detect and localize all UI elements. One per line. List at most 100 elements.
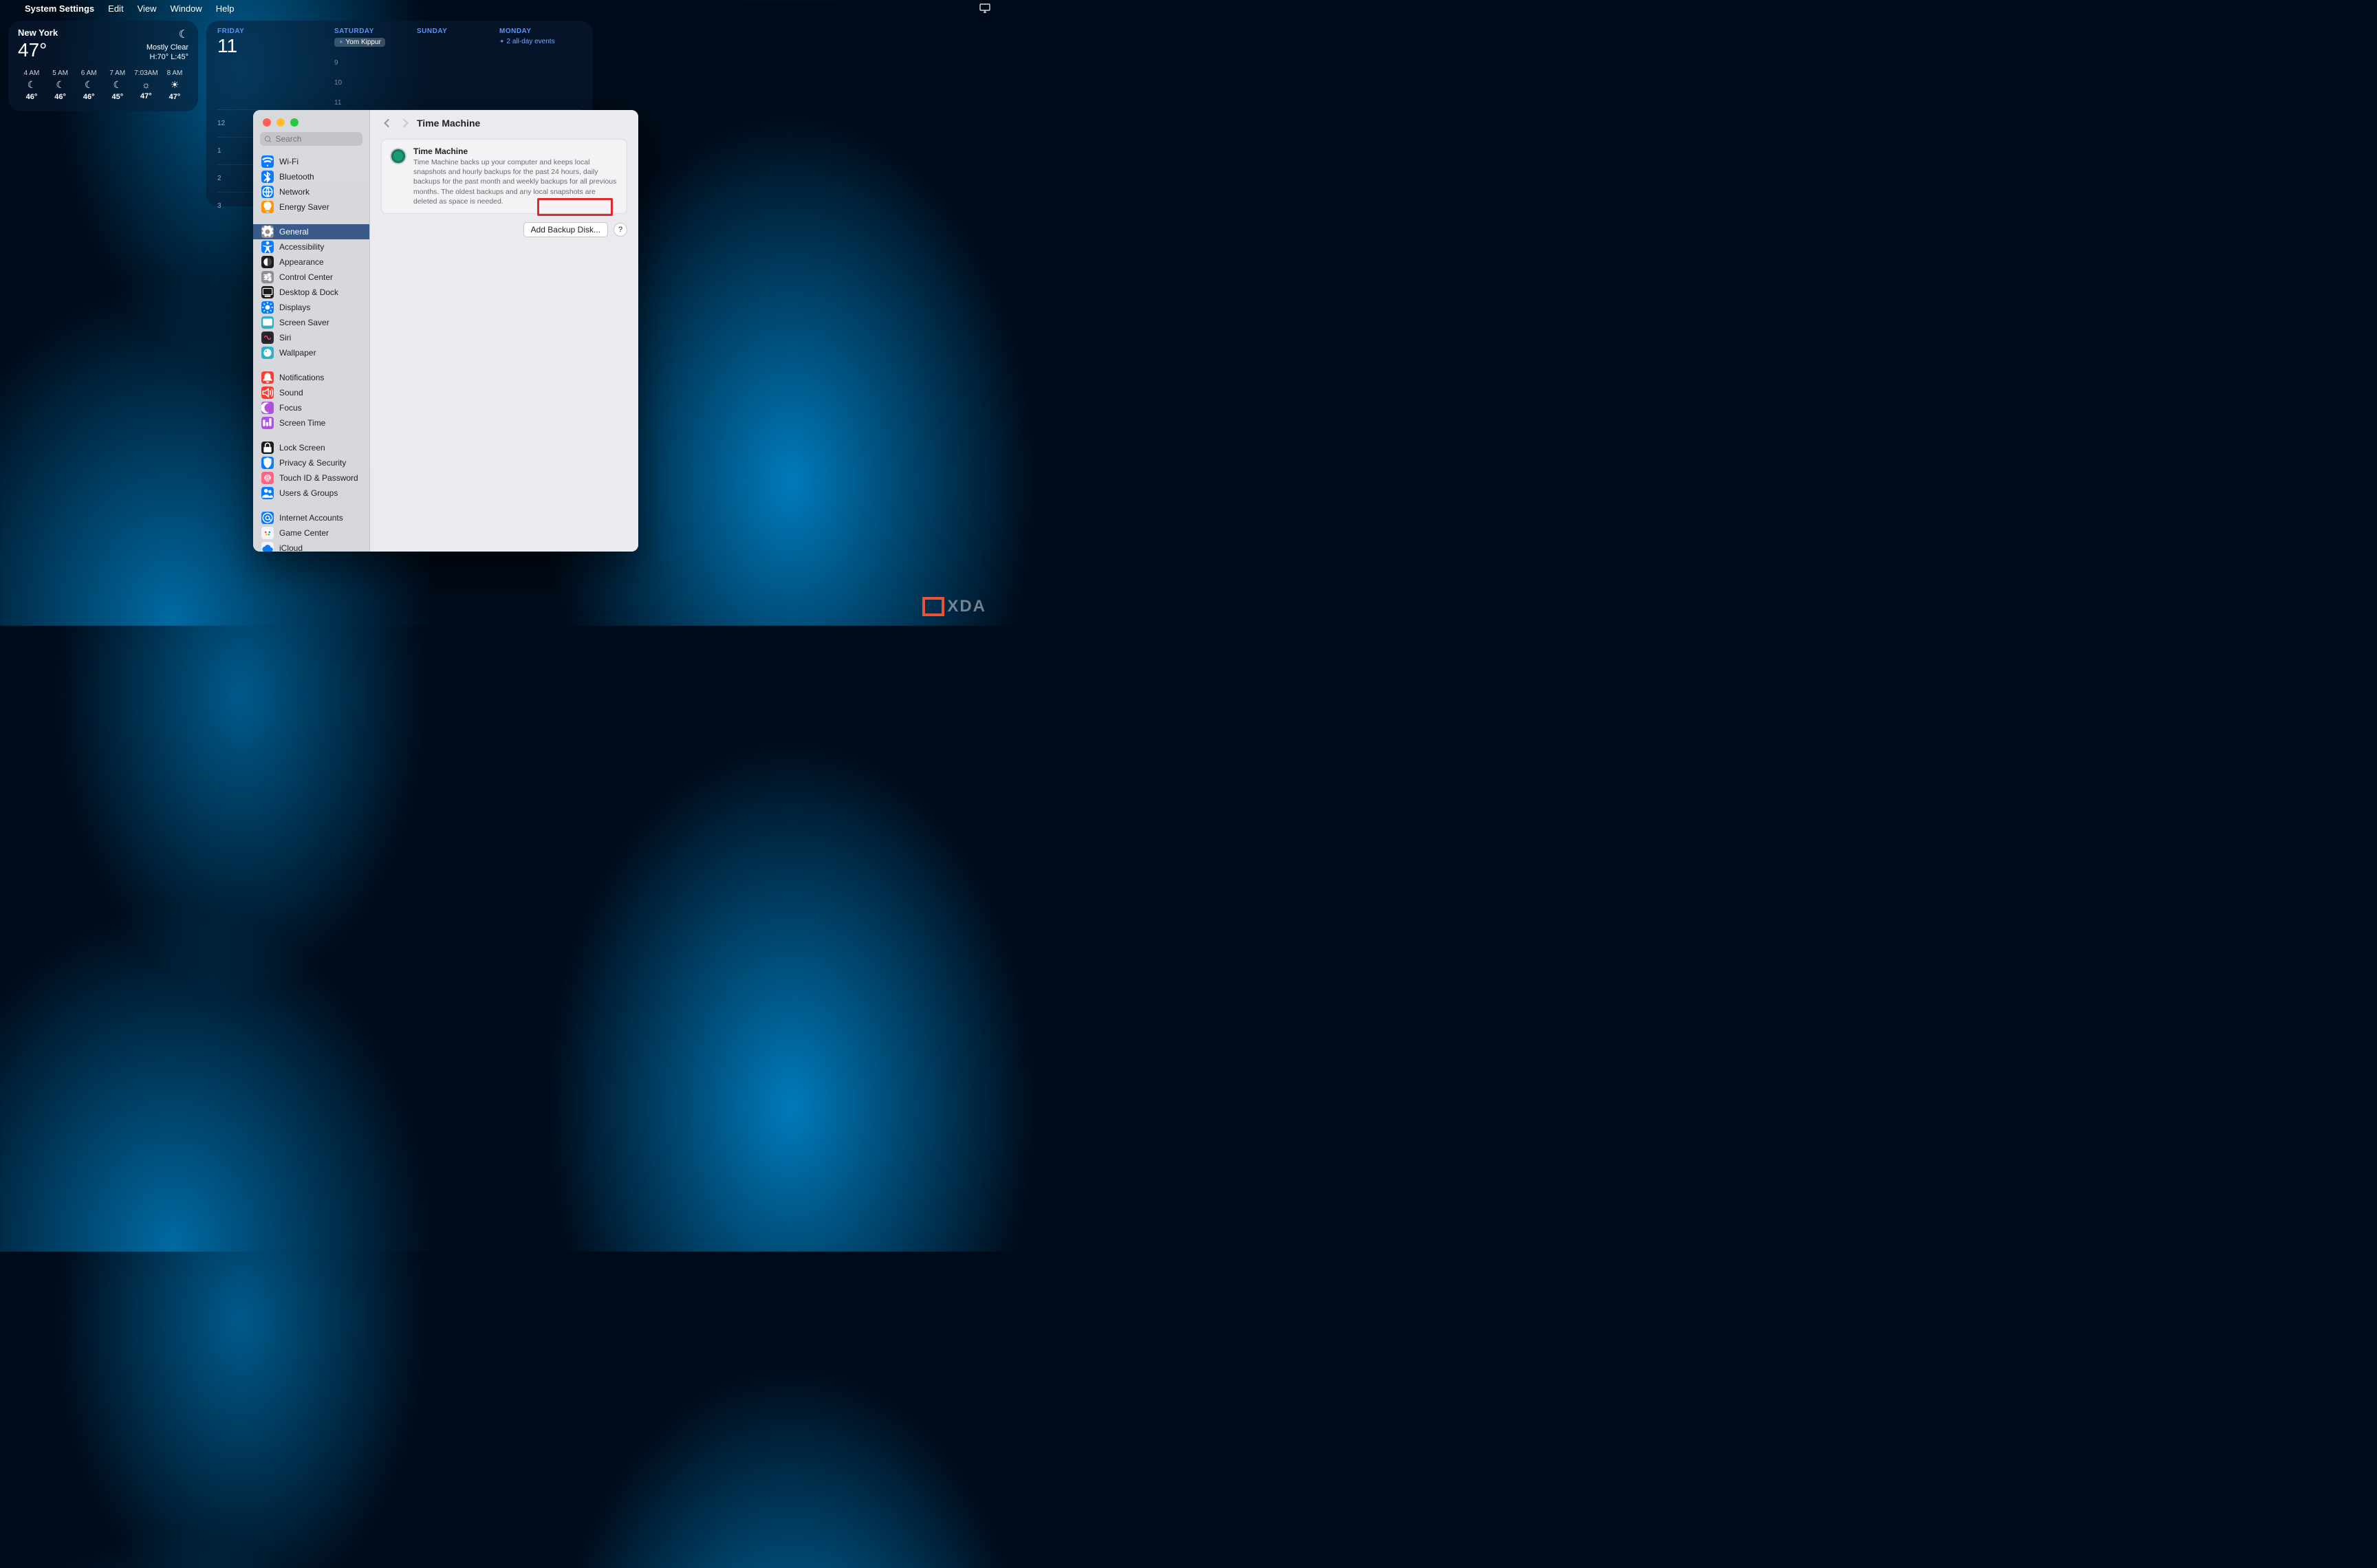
sidebar-item-label: Desktop & Dock <box>279 287 338 297</box>
sidebar-item-label: Users & Groups <box>279 488 338 498</box>
menubar: System Settings Edit View Window Help <box>0 0 1001 17</box>
menubar-edit[interactable]: Edit <box>108 3 123 14</box>
sidebar-item-network[interactable]: Network <box>253 184 369 199</box>
sun-icon: ☀ <box>161 79 188 91</box>
sidebar-item-label: Internet Accounts <box>279 513 343 523</box>
system-settings-window: Wi-Fi Bluetooth Network Energy Saver General… <box>253 110 638 552</box>
snd-icon <box>261 386 274 399</box>
sidebar-item-bluetooth[interactable]: Bluetooth <box>253 169 369 184</box>
bt-icon <box>261 171 274 183</box>
gc-icon <box>261 527 274 539</box>
bell-icon <box>261 371 274 384</box>
sidebar-item-label: Network <box>279 187 310 197</box>
moon-icon <box>261 402 274 414</box>
sidebar-item-accessibility[interactable]: Accessibility <box>253 239 369 254</box>
sidebar-item-desktop-dock[interactable]: Desktop & Dock <box>253 285 369 300</box>
sunrise-icon: ☼ <box>132 79 160 90</box>
sidebar-item-appearance[interactable]: Appearance <box>253 254 369 270</box>
back-button[interactable] <box>381 117 393 129</box>
maximize-button[interactable] <box>290 118 299 127</box>
usr-icon <box>261 487 274 499</box>
cc-icon <box>261 271 274 283</box>
watermark: XDA <box>925 597 986 616</box>
bulb-icon <box>261 201 274 213</box>
wifi-icon <box>261 155 274 168</box>
hand-icon <box>261 457 274 469</box>
menubar-window[interactable]: Window <box>171 3 202 14</box>
wall-icon <box>261 347 274 359</box>
sidebar-item-game-center[interactable]: Game Center <box>253 525 369 541</box>
sidebar-item-label: Siri <box>279 333 291 342</box>
sidebar-item-wallpaper[interactable]: Wallpaper <box>253 345 369 360</box>
sidebar-item-screen-time[interactable]: Screen Time <box>253 415 369 431</box>
search-input[interactable] <box>275 134 358 144</box>
close-button[interactable] <box>263 118 271 127</box>
sidebar-item-control-center[interactable]: Control Center <box>253 270 369 285</box>
sidebar-item-privacy-security[interactable]: Privacy & Security <box>253 455 369 470</box>
display-icon[interactable] <box>979 3 990 13</box>
at-icon <box>261 512 274 524</box>
menubar-app[interactable]: System Settings <box>25 3 94 14</box>
moon-icon: ☾ <box>104 79 131 91</box>
sidebar-item-sound[interactable]: Sound <box>253 385 369 400</box>
sidebar-item-label: Privacy & Security <box>279 458 346 468</box>
sidebar-item-icloud[interactable]: iCloud <box>253 541 369 552</box>
sidebar-item-label: Screen Time <box>279 418 325 428</box>
cl-icon <box>261 542 274 552</box>
card-desc: Time Machine backs up your computer and … <box>413 157 618 206</box>
settings-content: Time Machine Time Machine Time Machine b… <box>370 110 638 552</box>
sidebar-item-notifications[interactable]: Notifications <box>253 370 369 385</box>
ss-icon <box>261 316 274 329</box>
sidebar-item-displays[interactable]: Displays <box>253 300 369 315</box>
weather-widget[interactable]: New York 47° ☾ Mostly Clear H:70° L:45° … <box>8 21 198 111</box>
help-button[interactable]: ? <box>614 223 627 237</box>
page-title: Time Machine <box>417 118 480 129</box>
sidebar-item-label: iCloud <box>279 543 303 552</box>
siri-icon <box>261 331 274 344</box>
weather-hours: 4 AM☾46° 5 AM☾46° 6 AM☾46° 7 AM☾45° 7:03… <box>18 69 188 101</box>
menubar-view[interactable]: View <box>138 3 157 14</box>
dock-icon <box>261 286 274 298</box>
sidebar-item-label: Touch ID & Password <box>279 473 358 483</box>
cal-day-fri: FRIDAY <box>217 28 334 35</box>
sidebar-item-label: Displays <box>279 303 310 312</box>
lock-icon <box>261 442 274 454</box>
sidebar-item-label: Lock Screen <box>279 443 325 453</box>
menubar-help[interactable]: Help <box>216 3 235 14</box>
sidebar-item-label: Sound <box>279 388 303 398</box>
card-title: Time Machine <box>413 146 618 156</box>
forward-button[interactable] <box>399 117 411 129</box>
sidebar-item-users-groups[interactable]: Users & Groups <box>253 486 369 501</box>
sidebar-item-label: Bluetooth <box>279 172 314 182</box>
gear-icon <box>261 226 274 238</box>
weather-temp: 47° <box>18 39 58 61</box>
acc-icon <box>261 241 274 253</box>
search-field[interactable] <box>260 132 362 146</box>
weather-cond: Mostly Clear <box>146 43 188 53</box>
sidebar-item-touch-id-password[interactable]: Touch ID & Password <box>253 470 369 486</box>
sidebar-item-general[interactable]: General <box>253 224 369 239</box>
sidebar-item-label: Energy Saver <box>279 202 329 212</box>
disp-icon <box>261 301 274 314</box>
sidebar-item-internet-accounts[interactable]: Internet Accounts <box>253 510 369 525</box>
sidebar-item-label: Screen Saver <box>279 318 329 327</box>
sidebar-item-label: Focus <box>279 403 302 413</box>
sidebar-item-energy-saver[interactable]: Energy Saver <box>253 199 369 215</box>
sidebar-item-siri[interactable]: Siri <box>253 330 369 345</box>
xda-logo-icon <box>925 597 944 616</box>
cal-day-mon: MONDAY <box>499 28 582 35</box>
cal-daynum: 11 <box>217 35 334 57</box>
sidebar-item-focus[interactable]: Focus <box>253 400 369 415</box>
add-backup-disk-button[interactable]: Add Backup Disk... <box>523 222 608 237</box>
minimize-button[interactable] <box>276 118 285 127</box>
cal-event-pill[interactable]: ✦Yom Kippur <box>334 38 385 47</box>
sidebar-item-lock-screen[interactable]: Lock Screen <box>253 440 369 455</box>
sidebar-item-wi-fi[interactable]: Wi-Fi <box>253 154 369 169</box>
sidebar-item-label: Notifications <box>279 373 324 382</box>
sidebar-item-screen-saver[interactable]: Screen Saver <box>253 315 369 330</box>
moon-icon: ☾ <box>146 28 188 43</box>
sidebar: Wi-Fi Bluetooth Network Energy Saver General… <box>253 110 370 552</box>
sidebar-item-label: General <box>279 227 309 237</box>
time-machine-card: Time Machine Time Machine backs up your … <box>381 139 627 214</box>
cal-all-day-events[interactable]: ✦2 all-day events <box>499 38 555 45</box>
